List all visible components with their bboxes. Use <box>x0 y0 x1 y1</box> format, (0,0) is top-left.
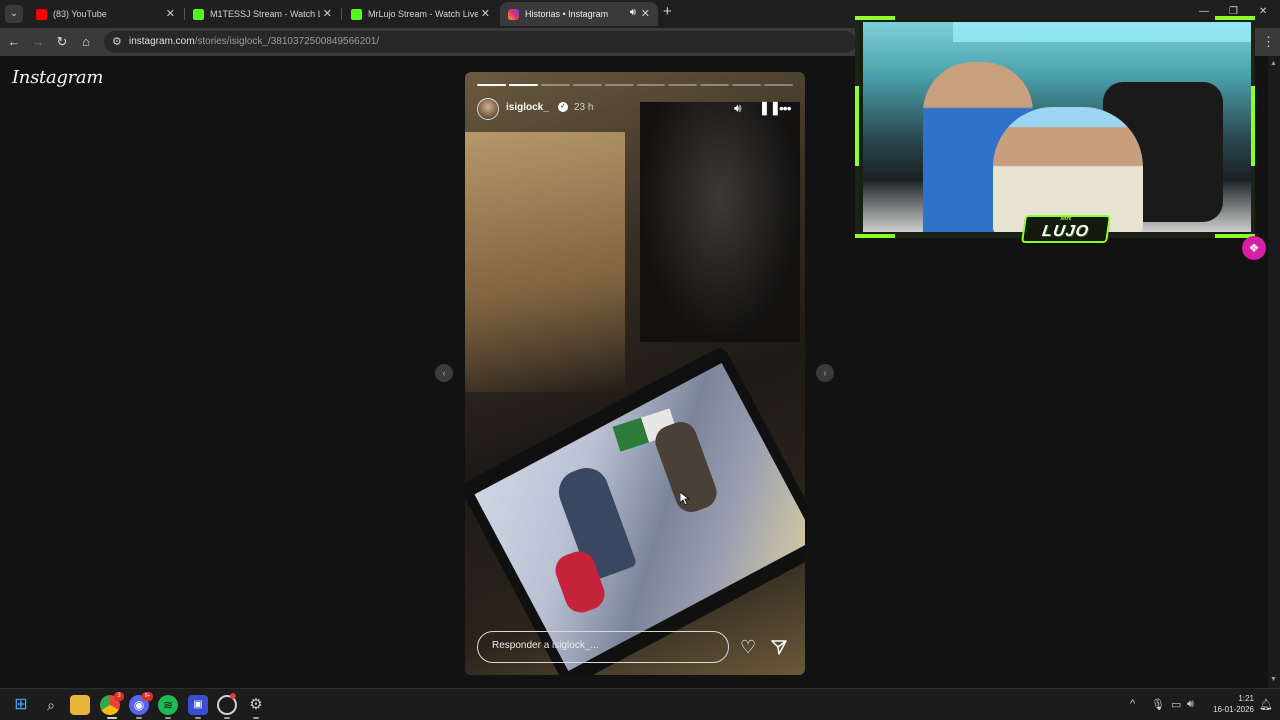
app-icon[interactable]: ▣ <box>188 695 208 715</box>
previous-story-button[interactable]: ‹ <box>435 364 453 382</box>
story-progress-segment <box>668 84 698 86</box>
notification-badge: 9+ <box>142 692 153 701</box>
streamer-logo: MR LUJO <box>1021 215 1111 243</box>
story-progress-segment <box>540 84 570 86</box>
microphone-icon[interactable]: 🎙︎ <box>1151 698 1165 711</box>
story-progress-segment <box>477 84 506 86</box>
tab-search-button[interactable]: ⌄ <box>5 5 23 23</box>
tab-title: MrLujo Stream - Watch Live on <box>368 9 478 19</box>
tab-mrlujo-stream[interactable]: MrLujo Stream - Watch Live on ✕ <box>343 2 498 26</box>
story-progress-segment <box>572 84 602 86</box>
close-icon[interactable]: ✕ <box>481 7 490 20</box>
taskbar: ⊞ ⌕ 3 ◉ 9+ ≋ ▣ ⚙︎ ^ 🎙︎ ▭ 🔊︎ 1:21 16-01-2… <box>0 688 1280 720</box>
verified-badge-icon: ✓ <box>558 102 568 112</box>
reload-button[interactable]: ↻ <box>54 34 70 50</box>
tab-youtube[interactable]: (83) YouTube ✕ <box>28 2 183 26</box>
tab-title: M1TESSJ Stream - Watch Live o <box>210 9 320 19</box>
youtube-icon <box>36 8 47 20</box>
story-timestamp: 23 h <box>574 102 594 113</box>
notification-badge: 3 <box>114 692 124 701</box>
story-media-background <box>465 132 625 392</box>
tab-title: (83) YouTube <box>53 9 107 19</box>
pause-icon[interactable]: ❚❚ <box>759 100 781 116</box>
story-progress-segment <box>732 84 762 86</box>
reply-input[interactable] <box>492 640 717 651</box>
story-username[interactable]: isiglock_ <box>506 102 549 113</box>
speaker-icon[interactable]: 🔊︎ <box>1187 698 1194 711</box>
close-icon[interactable]: ✕ <box>323 7 332 20</box>
story-progress-segment <box>636 84 666 86</box>
speaker-icon[interactable]: 🔊︎ <box>630 7 636 18</box>
scroll-down-icon[interactable]: ▼ <box>1270 676 1277 683</box>
home-button[interactable]: ⌂ <box>78 34 94 50</box>
story-media-camera <box>640 102 800 342</box>
story-progress-bar <box>477 84 794 86</box>
notifications-icon[interactable]: 🔔︎ <box>1259 698 1273 711</box>
file-explorer-icon[interactable] <box>70 695 90 715</box>
volume-icon[interactable]: 🔊︎ <box>734 100 742 116</box>
next-story-button[interactable]: › <box>816 364 834 382</box>
address-bar[interactable]: ⚙︎ instagram.com/stories/isiglock_/38103… <box>104 31 856 53</box>
heart-icon[interactable]: ♡ <box>740 638 756 656</box>
network-icon[interactable]: ▭ <box>1171 698 1181 711</box>
forward-button[interactable]: → <box>30 34 46 50</box>
diamond-icon[interactable]: ❖ <box>1242 236 1266 260</box>
webcam-overlay: MR LUJO <box>855 16 1261 244</box>
streamer <box>993 107 1143 232</box>
avatar[interactable] <box>477 98 499 120</box>
back-button[interactable]: ← <box>6 34 22 50</box>
tab-instagram-stories[interactable]: Historias • Instagram 🔊︎ ✕ <box>500 2 658 26</box>
kick-icon <box>351 8 362 20</box>
url-text[interactable]: instagram.com/stories/isiglock_/38103725… <box>129 36 379 47</box>
story-progress-segment <box>604 84 634 86</box>
more-options-icon[interactable]: ••• <box>779 100 792 116</box>
spotify-icon[interactable]: ≋ <box>158 695 178 715</box>
story-reply-box[interactable] <box>477 631 729 663</box>
webcam-video <box>863 22 1251 232</box>
new-tab-button[interactable]: + <box>663 3 672 20</box>
site-info-icon[interactable]: ⚙︎ <box>112 35 122 48</box>
windows-start-icon[interactable]: ⊞ <box>11 695 31 715</box>
page-scrollbar[interactable]: ▲ ▼ <box>1268 56 1280 688</box>
mouse-cursor-icon <box>680 492 690 506</box>
kick-icon <box>193 8 204 20</box>
search-icon[interactable]: ⌕ <box>41 695 61 715</box>
story-viewer[interactable]: isiglock_ ✓ 23 h 🔊︎ ❚❚ ••• ♡ <box>465 72 805 675</box>
story-header: isiglock_ ✓ 23 h 🔊︎ ❚❚ ••• <box>477 97 793 121</box>
instagram-logo[interactable]: Instagram <box>12 67 103 88</box>
scroll-up-icon[interactable]: ▲ <box>1270 60 1277 67</box>
system-clock[interactable]: 1:21 16-01-2026 <box>1204 693 1254 715</box>
close-icon[interactable]: ✕ <box>166 7 175 20</box>
chevron-up-icon[interactable]: ^ <box>1130 698 1135 710</box>
instagram-icon <box>508 8 519 20</box>
tab-m1tessj-stream[interactable]: M1TESSJ Stream - Watch Live o ✕ <box>185 2 340 26</box>
story-progress-segment <box>508 84 538 86</box>
close-icon[interactable]: ✕ <box>641 7 650 20</box>
story-progress-segment <box>764 84 794 86</box>
tab-title: Historias • Instagram <box>525 9 609 19</box>
story-progress-segment <box>700 84 730 86</box>
browser-menu-icon[interactable]: ⋮ <box>1262 34 1275 50</box>
settings-icon[interactable]: ⚙︎ <box>246 695 266 715</box>
send-icon[interactable] <box>770 638 788 656</box>
